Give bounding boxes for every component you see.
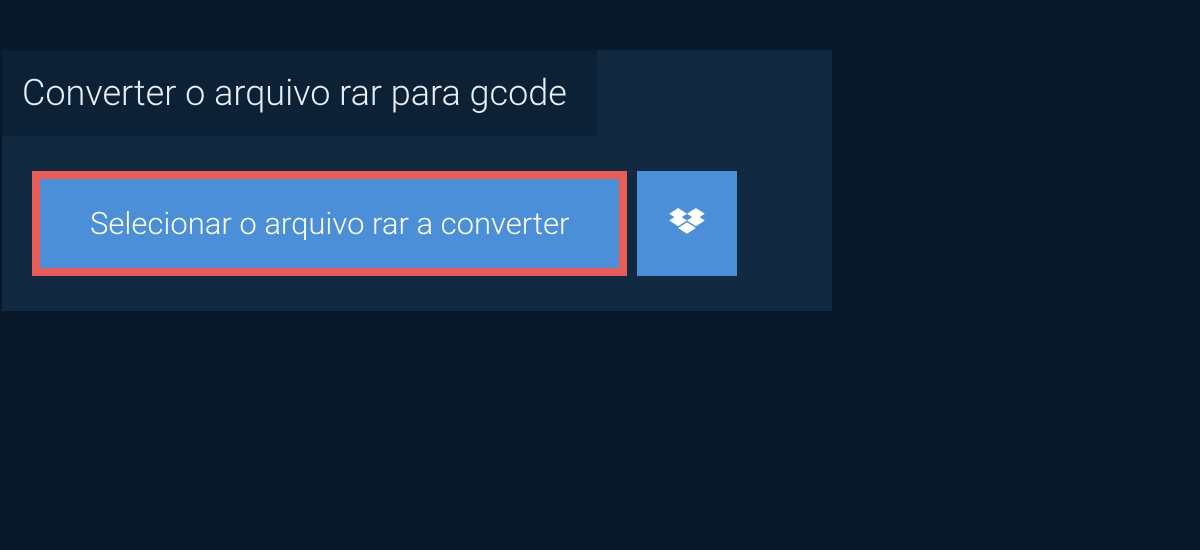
converter-panel: Converter o arquivo rar para gcode Selec… bbox=[2, 50, 832, 311]
select-file-button-label: Selecionar o arquivo rar a converter bbox=[90, 205, 569, 242]
dropbox-icon bbox=[669, 208, 705, 240]
dropbox-button[interactable] bbox=[637, 171, 737, 276]
panel-title-tab: Converter o arquivo rar para gcode bbox=[2, 50, 597, 136]
button-row: Selecionar o arquivo rar a converter bbox=[32, 171, 832, 276]
panel-title: Converter o arquivo rar para gcode bbox=[22, 72, 567, 114]
select-file-button[interactable]: Selecionar o arquivo rar a converter bbox=[32, 171, 627, 276]
